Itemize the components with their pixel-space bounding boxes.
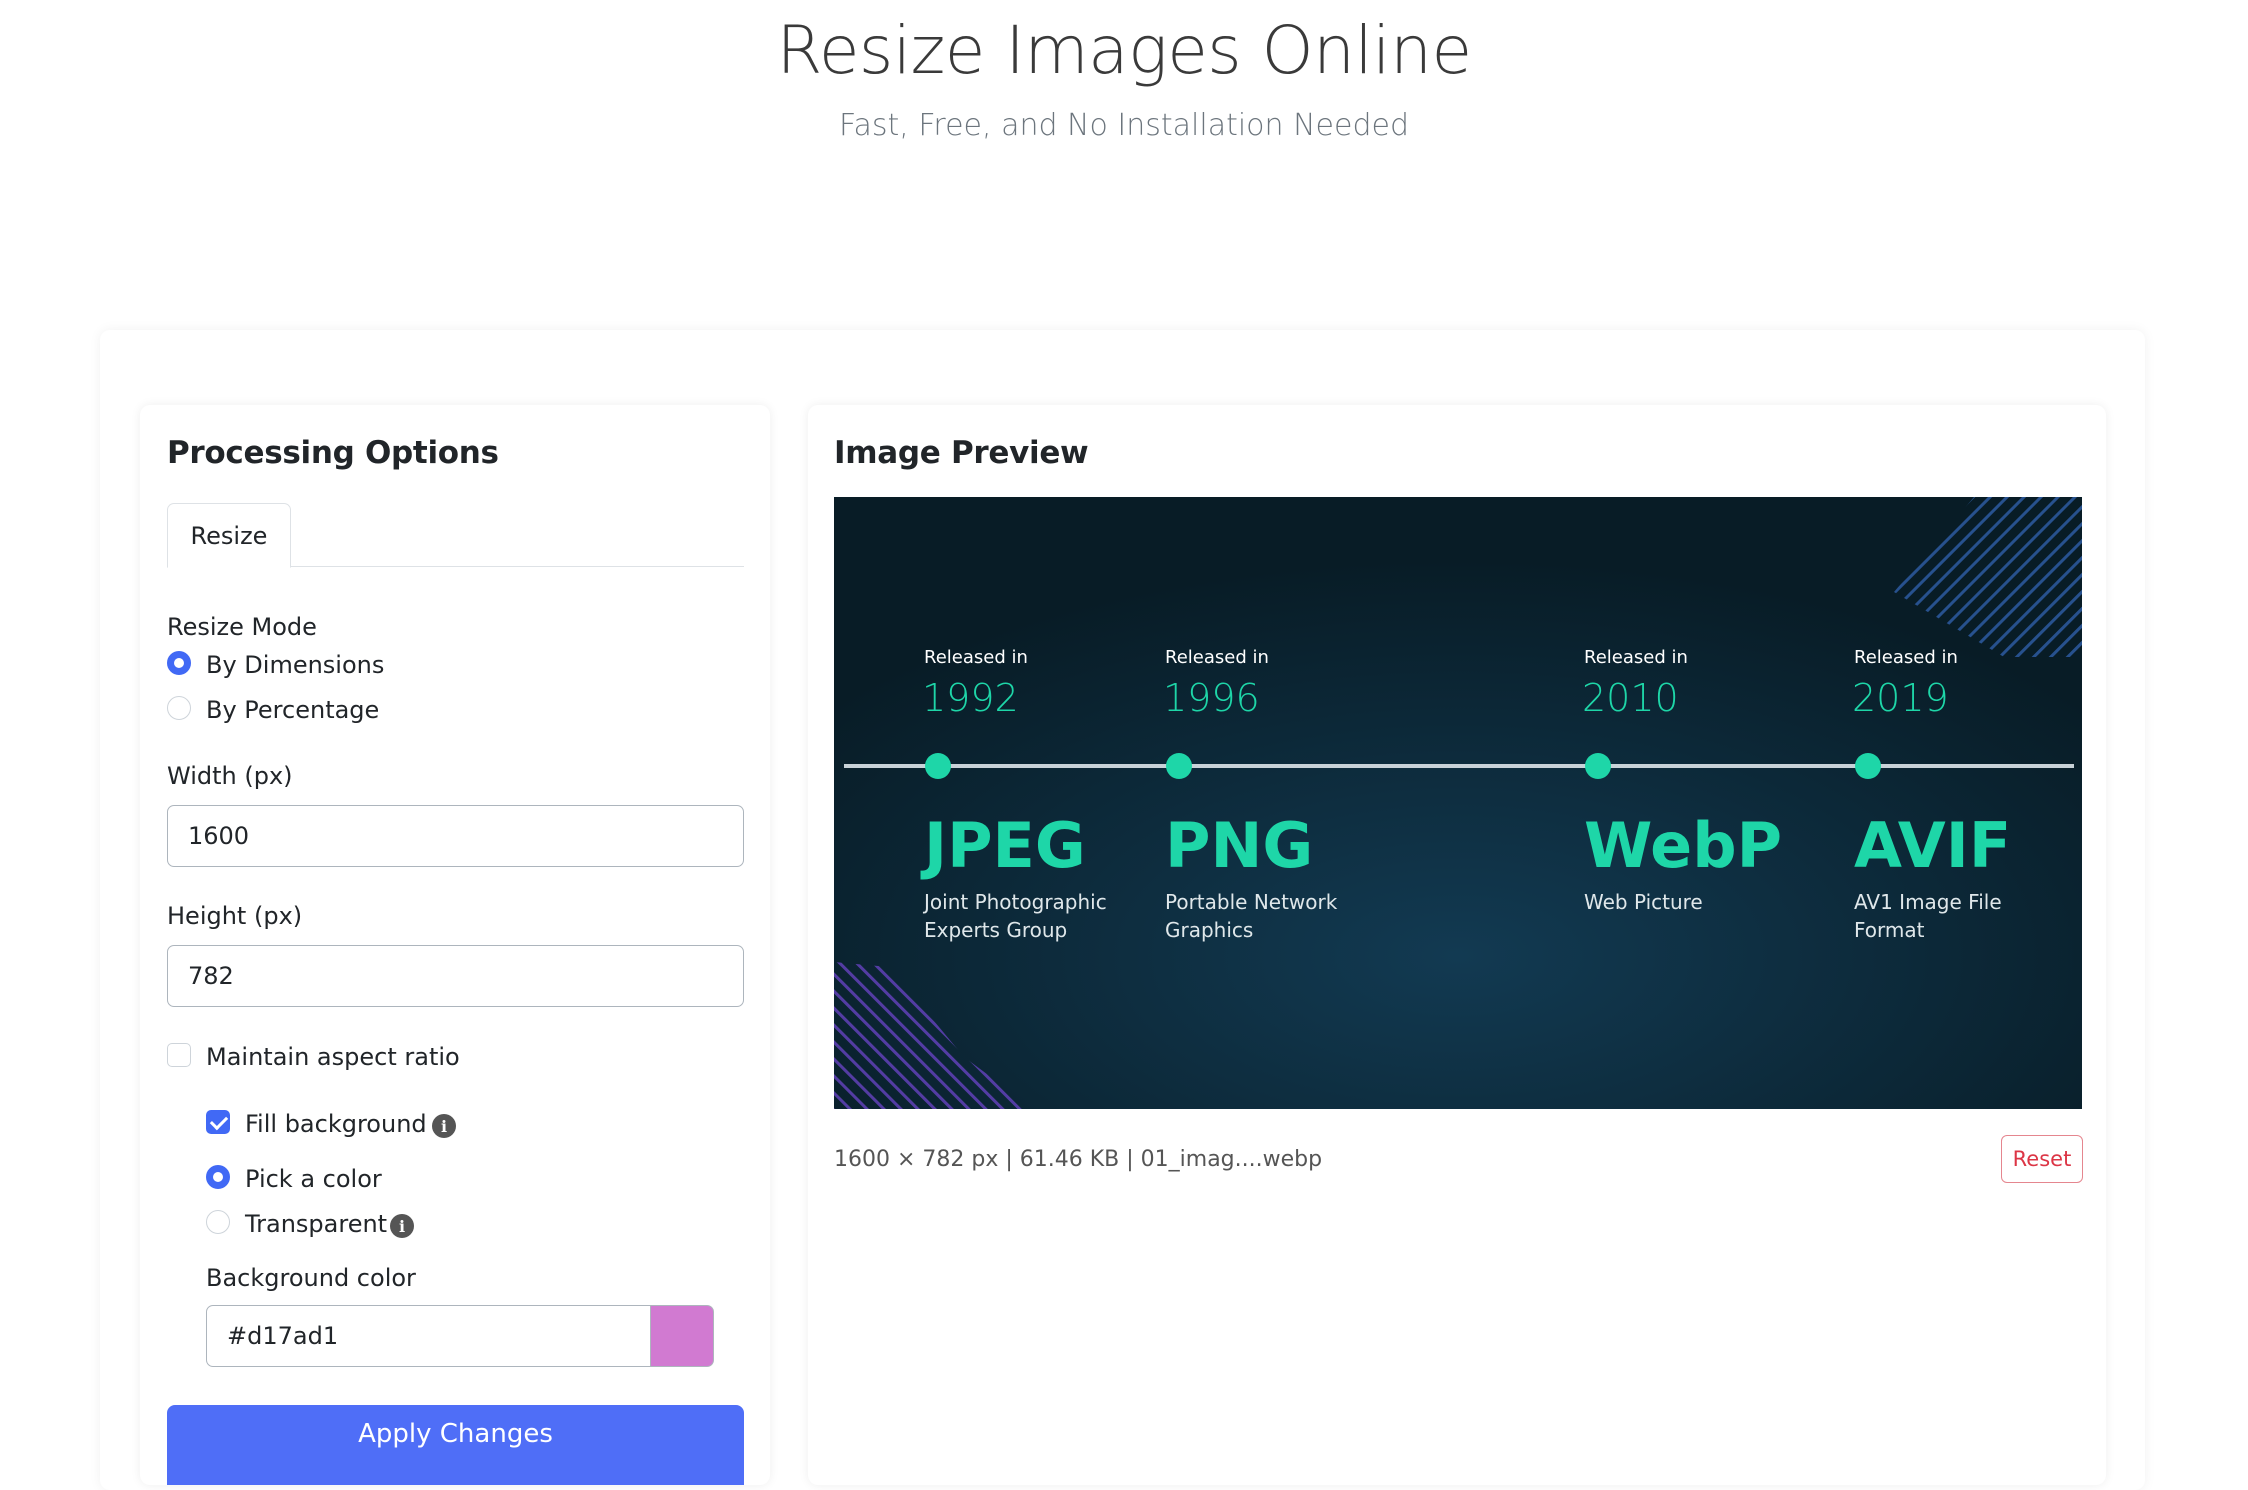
preview-image-graphic: Released in Released in Released in Rele… — [834, 497, 2082, 1109]
preview-released-1: Released in — [924, 647, 1028, 668]
radio-by-percentage-label[interactable]: By Percentage — [206, 696, 379, 724]
preview-desc1-1: Joint Photographic — [922, 890, 1107, 914]
fill-background-label[interactable]: Fill background — [245, 1110, 427, 1138]
preview-year-3: 2010 — [1582, 676, 1679, 720]
preview-desc1-2: Portable Network — [1165, 890, 1338, 914]
preview-year-1: 1992 — [922, 676, 1019, 720]
background-color-label: Background color — [206, 1264, 416, 1292]
preview-name-3: WebP — [1584, 809, 1782, 882]
image-preview-heading: Image Preview — [834, 435, 1089, 471]
height-input[interactable]: 782 — [167, 945, 744, 1007]
fill-background-info-icon[interactable]: i — [432, 1114, 456, 1138]
radio-pick-color[interactable] — [206, 1165, 230, 1189]
fill-background-checkbox[interactable] — [206, 1110, 230, 1134]
transparent-info-icon[interactable]: i — [390, 1214, 414, 1238]
resize-mode-label: Resize Mode — [167, 613, 317, 641]
preview-name-1: JPEG — [920, 809, 1086, 882]
radio-pick-color-label[interactable]: Pick a color — [245, 1165, 382, 1193]
tab-resize[interactable]: Resize — [167, 503, 291, 568]
width-input[interactable]: 1600 — [167, 805, 744, 867]
preview-desc2-4: Format — [1854, 918, 1925, 942]
preview-desc1-4: AV1 Image File — [1854, 890, 2002, 914]
preview-name-4: AVIF — [1854, 809, 2011, 882]
reset-button[interactable]: Reset — [2001, 1135, 2083, 1183]
maintain-aspect-checkbox[interactable] — [167, 1043, 191, 1067]
page-subtitle: Fast, Free, and No Installation Needed — [839, 108, 1409, 143]
radio-transparent-label[interactable]: Transparent — [245, 1210, 387, 1238]
preview-name-2: PNG — [1165, 809, 1313, 882]
radio-by-percentage[interactable] — [167, 696, 191, 720]
radio-by-dimensions[interactable] — [167, 651, 191, 675]
preview-released-3: Released in — [1584, 647, 1688, 668]
preview-desc1-3: Web Picture — [1584, 890, 1703, 914]
preview-desc2-2: Graphics — [1165, 918, 1253, 942]
options-tabs: Resize — [167, 497, 744, 568]
width-label: Width (px) — [167, 762, 293, 790]
image-meta-info: 1600 × 782 px | 61.46 KB | 01_imag....we… — [834, 1147, 1323, 1172]
apply-changes-button[interactable]: Apply Changes — [167, 1405, 744, 1485]
preview-year-2: 1996 — [1163, 676, 1260, 720]
processing-options-panel: Processing Options Resize Resize Mode By… — [140, 405, 770, 1485]
preview-year-4: 2019 — [1852, 676, 1949, 720]
preview-desc2-1: Experts Group — [924, 918, 1067, 942]
radio-transparent[interactable] — [206, 1210, 230, 1234]
height-label: Height (px) — [167, 902, 303, 930]
background-color-input[interactable]: #d17ad1 — [206, 1305, 652, 1367]
maintain-aspect-label[interactable]: Maintain aspect ratio — [206, 1043, 460, 1071]
page-title: Resize Images Online — [776, 12, 1472, 89]
color-picker-swatch[interactable] — [650, 1305, 714, 1367]
image-preview-panel: Image Preview Released in Released in Re… — [808, 405, 2106, 1485]
preview-released-2: Released in — [1165, 647, 1269, 668]
radio-by-dimensions-label[interactable]: By Dimensions — [206, 651, 384, 679]
preview-image: Released in Released in Released in Rele… — [834, 497, 2082, 1109]
preview-released-4: Released in — [1854, 647, 1958, 668]
processing-options-heading: Processing Options — [167, 435, 499, 471]
